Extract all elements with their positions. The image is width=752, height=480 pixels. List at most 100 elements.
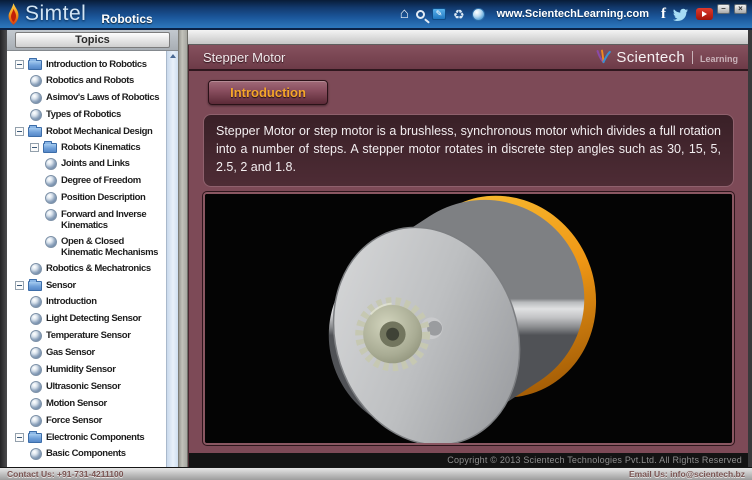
collapse-icon[interactable] [30, 142, 39, 152]
email-text[interactable]: Email Us: info@scientech.bz [629, 469, 745, 479]
tree-item[interactable]: Introduction to Robotics [7, 56, 163, 72]
topics-header-button[interactable]: Topics [15, 32, 170, 48]
tree-item[interactable]: Robots Kinematics [7, 139, 163, 155]
sidebar-header: Topics [7, 30, 178, 51]
close-button[interactable]: × [734, 4, 747, 14]
topic-icon [45, 235, 57, 248]
tree-item[interactable]: Sensor [7, 277, 163, 293]
topic-icon [30, 397, 42, 410]
tree-item[interactable]: Joints and Links [7, 155, 163, 172]
facebook-icon[interactable]: f [661, 6, 666, 23]
collapse-icon[interactable] [15, 59, 24, 69]
lesson-panel: Stepper Motor Scientech Learning Introdu… [188, 45, 748, 467]
contact-text: Contact Us: +91-731-4211100 [7, 469, 124, 479]
logo-tagline: Learning [699, 54, 738, 64]
refresh-icon[interactable]: ♻ [453, 8, 465, 21]
tree-item-label: Ultrasonic Sensor [46, 380, 121, 392]
tree-item[interactable]: Robotics and Robots [7, 72, 163, 89]
tree-item[interactable]: Open & Closed Kinematic Mechanisms [7, 233, 163, 260]
tree-item[interactable]: Degree of Freedom [7, 172, 163, 189]
tree-item[interactable]: Humidity Sensor [7, 361, 163, 378]
tree-item[interactable]: Forward and Inverse Kinematics [7, 206, 163, 233]
topic-icon [30, 312, 42, 325]
website-link[interactable]: www.ScientechLearning.com [497, 8, 649, 20]
minimize-button[interactable]: – [717, 4, 730, 14]
topic-icon [30, 346, 42, 359]
tree-item-label: Electronic Components [46, 431, 145, 443]
folder-icon [28, 278, 42, 291]
tree-item-label: Introduction [46, 295, 97, 307]
copyright-text: Copyright © 2013 Scientech Technologies … [189, 453, 748, 467]
web-globe-icon[interactable] [471, 7, 485, 21]
topic-icon [30, 329, 42, 342]
search-icon[interactable] [415, 9, 425, 19]
app-window: Simtel Robotics ⌂ ✎ ♻ www.ScientechLearn… [0, 0, 752, 480]
content-toolbar-strip [188, 30, 748, 45]
topic-icon [30, 91, 42, 104]
logo-name: Scientech [616, 48, 685, 66]
tree-item-label: Robots Kinematics [61, 141, 141, 153]
collapse-icon[interactable] [15, 432, 24, 442]
topics-tree-container: Introduction to Robotics Robotics and Ro… [7, 51, 178, 467]
tree-item[interactable]: Ultrasonic Sensor [7, 378, 163, 395]
stepper-motor-3d-image [205, 194, 732, 443]
collapse-icon[interactable] [15, 280, 24, 290]
app-header: Simtel Robotics ⌂ ✎ ♻ www.ScientechLearn… [0, 0, 752, 30]
collapse-icon[interactable] [15, 126, 24, 136]
header-toolbar: ⌂ ✎ ♻ www.ScientechLearning.com f [400, 6, 713, 23]
tree-item[interactable]: Motion Sensor [7, 395, 163, 412]
topic-icon [45, 191, 57, 204]
topic-icon [30, 363, 42, 376]
tree-item[interactable]: Introduction [7, 293, 163, 310]
topic-icon [45, 157, 57, 170]
tree-item[interactable]: Robotics & Mechatronics [7, 260, 163, 277]
topic-icon [30, 380, 42, 393]
scroll-up-icon[interactable] [169, 54, 176, 58]
topic-icon [30, 447, 42, 460]
screen-edit-icon[interactable]: ✎ [431, 8, 446, 20]
sidebar-scrollbar[interactable] [166, 51, 178, 467]
tree-item-label: Forward and Inverse Kinematics [61, 208, 147, 231]
tree-item[interactable]: Types of Robotics [7, 106, 163, 123]
topic-icon [45, 174, 57, 187]
tree-item-label: Basic Components [46, 447, 126, 459]
tree-item-label: Robotics & Mechatronics [46, 262, 151, 274]
folder-icon [28, 124, 42, 137]
tree-item-label: Introduction to Robotics [46, 58, 147, 70]
tree-item[interactable]: Robot Mechanical Design [7, 123, 163, 139]
tree-item-label: Robotics and Robots [46, 74, 134, 86]
product-name: Robotics [101, 11, 153, 26]
tree-item-label: Force Sensor [46, 414, 102, 426]
tab-introduction[interactable]: Introduction [208, 80, 328, 105]
tree-item[interactable]: Light Detecting Sensor [7, 310, 163, 327]
tree-item-label: Sensor [46, 279, 76, 291]
tree-item[interactable]: Temperature Sensor [7, 327, 163, 344]
folder-icon [28, 430, 42, 443]
content-column: Stepper Motor Scientech Learning Introdu… [188, 30, 748, 467]
tree-item-label: Joints and Links [61, 157, 130, 169]
folder-icon [43, 140, 57, 153]
window-frame-right [748, 30, 752, 467]
tree-item-label: Humidity Sensor [46, 363, 116, 375]
topic-icon [30, 414, 42, 427]
topic-icon [45, 208, 57, 221]
youtube-icon[interactable] [696, 8, 713, 20]
tree-item-label: Open & Closed Kinematic Mechanisms [61, 235, 159, 258]
brand-name: Simtel [25, 2, 87, 25]
tree-item-label: Motion Sensor [46, 397, 107, 409]
sidebar-content-divider [179, 30, 188, 467]
tree-item-label: Light Detecting Sensor [46, 312, 142, 324]
tree-item[interactable]: Electronic Components [7, 429, 163, 445]
twitter-icon[interactable] [673, 8, 689, 21]
tree-item[interactable]: Position Description [7, 189, 163, 206]
tree-item[interactable]: Asimov's Laws of Robotics [7, 89, 163, 106]
home-icon[interactable]: ⌂ [400, 6, 409, 21]
simtel-flame-icon [8, 2, 19, 25]
tree-item-label: Temperature Sensor [46, 329, 131, 341]
tree-item-label: Degree of Freedom [61, 174, 141, 186]
tree-item[interactable]: Force Sensor [7, 412, 163, 429]
main-area: Topics Introduction to Robotics Robotics… [0, 30, 752, 467]
media-viewport[interactable] [203, 192, 734, 445]
tree-item[interactable]: Gas Sensor [7, 344, 163, 361]
tree-item[interactable]: Basic Components [7, 445, 163, 462]
